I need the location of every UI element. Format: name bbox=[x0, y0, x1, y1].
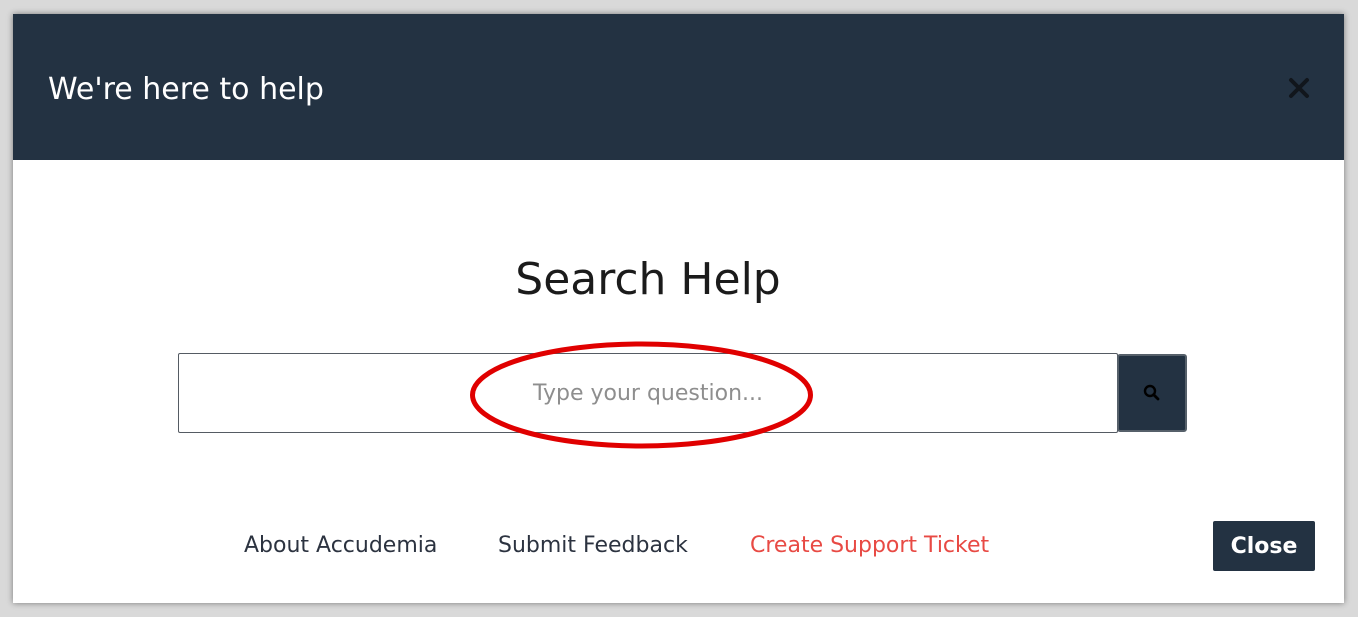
search-input[interactable] bbox=[178, 353, 1118, 433]
submit-feedback-link[interactable]: Submit Feedback bbox=[498, 531, 688, 561]
about-accudemia-link[interactable]: About Accudemia bbox=[244, 531, 437, 561]
close-icon[interactable] bbox=[1285, 74, 1313, 102]
help-modal: We're here to help Search Help About Acc… bbox=[13, 14, 1344, 603]
modal-header: We're here to help bbox=[13, 14, 1344, 160]
modal-title: We're here to help bbox=[48, 72, 324, 107]
search-icon bbox=[1143, 384, 1160, 401]
create-support-ticket-link[interactable]: Create Support Ticket bbox=[750, 531, 989, 561]
search-heading: Search Help bbox=[515, 254, 781, 305]
search-button[interactable] bbox=[1117, 354, 1187, 432]
close-button[interactable]: Close bbox=[1213, 521, 1315, 571]
